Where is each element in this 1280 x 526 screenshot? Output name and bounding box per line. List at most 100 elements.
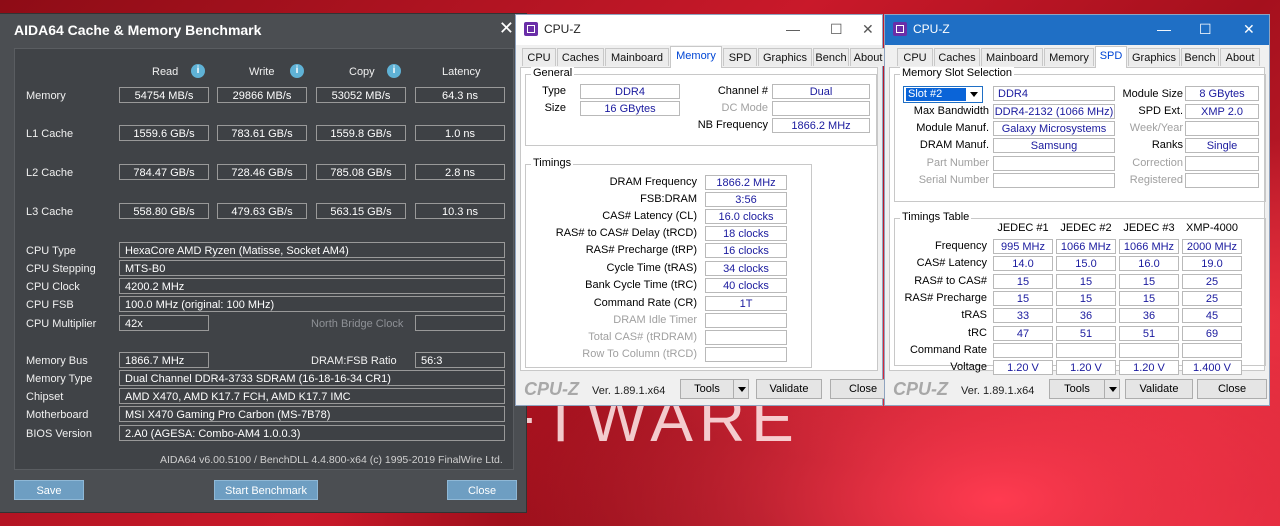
tab-about[interactable]: About: [1220, 48, 1260, 66]
timing-cell: 15: [993, 291, 1053, 306]
tab-caches[interactable]: Caches: [557, 48, 604, 66]
tab-cpu[interactable]: CPU: [897, 48, 933, 66]
memory-type-label: Memory Type: [26, 373, 93, 385]
validate-button[interactable]: Validate: [1125, 379, 1193, 399]
column-header: JEDEC #1: [997, 222, 1049, 234]
cpu-fsb-label: CPU FSB: [26, 299, 74, 311]
latency-value: 2.8 ns: [415, 164, 505, 180]
timing-cell: 14.0: [993, 256, 1053, 271]
trc-label: tRC: [968, 327, 987, 339]
timing-cell: 25: [1182, 274, 1242, 289]
ras-to-cas-label: RAS# to CAS#: [914, 275, 987, 287]
timing-cell: [1182, 343, 1242, 358]
general-group: General Type DDR4 Size 16 GBytes Channel…: [525, 67, 877, 146]
footer-bar: CPU-Z Ver. 1.89.1.x64 Tools Validate Clo…: [516, 375, 896, 405]
close-icon[interactable]: ✕: [862, 21, 874, 38]
timing-cell: [1119, 343, 1179, 358]
title-bar: CPU-Z — ☐ ✕: [516, 15, 882, 45]
maximize-icon[interactable]: ☐: [1199, 21, 1212, 38]
read-value: 1559.6 GB/s: [119, 125, 209, 141]
memory-tab-content: General Type DDR4 Size 16 GBytes Channel…: [520, 67, 878, 371]
tools-button[interactable]: Tools: [1049, 379, 1105, 399]
bios-version-value: 2.A0 (AGESA: Combo-AM4 1.0.0.3): [119, 425, 505, 441]
module-manuf-value: Galaxy Microsystems Ltd.: [993, 121, 1115, 149]
slot-select[interactable]: Slot #2: [903, 86, 983, 103]
window-title: AIDA64 Cache & Memory Benchmark: [14, 22, 262, 38]
tab-graphics[interactable]: Graphics: [758, 48, 812, 66]
timing-cell: 36: [1119, 308, 1179, 323]
chevron-down-icon[interactable]: [733, 379, 749, 399]
channel-label: Channel #: [717, 85, 768, 97]
tab-bench[interactable]: Bench: [813, 48, 849, 66]
minimize-icon[interactable]: —: [1157, 21, 1171, 37]
part-number-label: Part Number: [926, 157, 989, 169]
close-button[interactable]: Close: [1197, 379, 1267, 399]
version-text: Ver. 1.89.1.x64: [592, 385, 666, 397]
serial-number-value: [993, 173, 1115, 188]
tab-bench[interactable]: Bench: [1181, 48, 1219, 66]
copy-value: 785.08 GB/s: [316, 164, 406, 180]
timing-cell: 15: [1119, 274, 1179, 289]
tab-graphics[interactable]: Graphics: [1128, 48, 1180, 66]
save-button[interactable]: Save: [14, 480, 84, 500]
cpuz-app-icon: [524, 22, 538, 36]
tab-spd[interactable]: SPD: [1095, 46, 1127, 68]
start-benchmark-button[interactable]: Start Benchmark: [214, 480, 318, 500]
dram-fsb-ratio-label: DRAM:FSB Ratio: [311, 355, 397, 367]
info-icon[interactable]: i: [191, 64, 205, 78]
tab-about[interactable]: About: [850, 48, 886, 66]
cpu-type-label: CPU Type: [26, 245, 76, 257]
timing-cell: 36: [1056, 308, 1116, 323]
write-value: 783.61 GB/s: [217, 125, 307, 141]
trp-label: RAS# Precharge (tRP): [585, 244, 697, 256]
fsb-dram-value: 3:56: [705, 192, 787, 207]
validate-button[interactable]: Validate: [756, 379, 822, 399]
cas-latency-label: CAS# Latency (CL): [602, 210, 697, 222]
close-icon[interactable]: ✕: [1243, 21, 1255, 38]
column-header: JEDEC #3: [1123, 222, 1175, 234]
timings-group: Timings DRAM Frequency 1866.2 MHz FSB:DR…: [525, 157, 812, 368]
close-icon[interactable]: ✕: [499, 18, 514, 39]
command-rate-label: Command Rate (CR): [593, 297, 697, 309]
column-header: JEDEC #2: [1060, 222, 1112, 234]
tab-mainboard[interactable]: Mainboard: [981, 48, 1043, 66]
motherboard-label: Motherboard: [26, 409, 89, 421]
minimize-icon[interactable]: —: [786, 21, 800, 37]
ras-precharge-label: RAS# Precharge: [904, 292, 987, 304]
group-title: Timings Table: [900, 211, 972, 223]
info-icon[interactable]: i: [387, 64, 401, 78]
timing-cell: 45: [1182, 308, 1242, 323]
version-text: Ver. 1.89.1.x64: [961, 385, 1035, 397]
latency-value: 64.3 ns: [415, 87, 505, 103]
row-label: L1 Cache: [26, 128, 74, 140]
group-title: General: [531, 67, 575, 79]
trc-value: 40 clocks: [705, 278, 787, 293]
module-manuf-label: Module Manuf.: [916, 122, 989, 134]
tab-cpu[interactable]: CPU: [522, 48, 556, 66]
cpu-clock-value: 4200.2 MHz: [119, 278, 505, 294]
tab-caches[interactable]: Caches: [934, 48, 980, 66]
tab-spd[interactable]: SPD: [723, 48, 757, 66]
timings-table-group: Timings Table JEDEC #1 JEDEC #2 JEDEC #3…: [894, 211, 1266, 375]
cpu-multiplier-label: CPU Multiplier: [26, 318, 97, 330]
footer-copyright: AIDA64 v6.00.5100 / BenchDLL 4.4.800-x64…: [160, 454, 503, 466]
total-cas-value: [705, 330, 787, 345]
tab-memory[interactable]: Memory: [1044, 48, 1094, 66]
aida64-window: AIDA64 Cache & Memory Benchmark ✕ Read i…: [0, 14, 526, 512]
window-title: CPU-Z: [544, 22, 581, 36]
tab-memory[interactable]: Memory: [670, 46, 722, 68]
chevron-down-icon[interactable]: [967, 87, 982, 102]
close-button[interactable]: Close: [447, 480, 517, 500]
fsb-dram-label: FSB:DRAM: [640, 193, 697, 205]
window-title: CPU-Z: [913, 22, 950, 36]
tools-button[interactable]: Tools: [680, 379, 734, 399]
tab-mainboard[interactable]: Mainboard: [605, 48, 669, 66]
max-bandwidth-value: DDR4-2132 (1066 MHz): [993, 104, 1115, 119]
chevron-down-icon[interactable]: [1104, 379, 1120, 399]
info-icon[interactable]: i: [290, 64, 304, 78]
timing-cell: 1.20 V: [1119, 360, 1179, 375]
cpu-multiplier-value: 42x: [119, 315, 209, 331]
cpu-stepping-label: CPU Stepping: [26, 263, 96, 275]
row-to-column-value: [705, 347, 787, 362]
maximize-icon[interactable]: ☐: [830, 21, 843, 38]
